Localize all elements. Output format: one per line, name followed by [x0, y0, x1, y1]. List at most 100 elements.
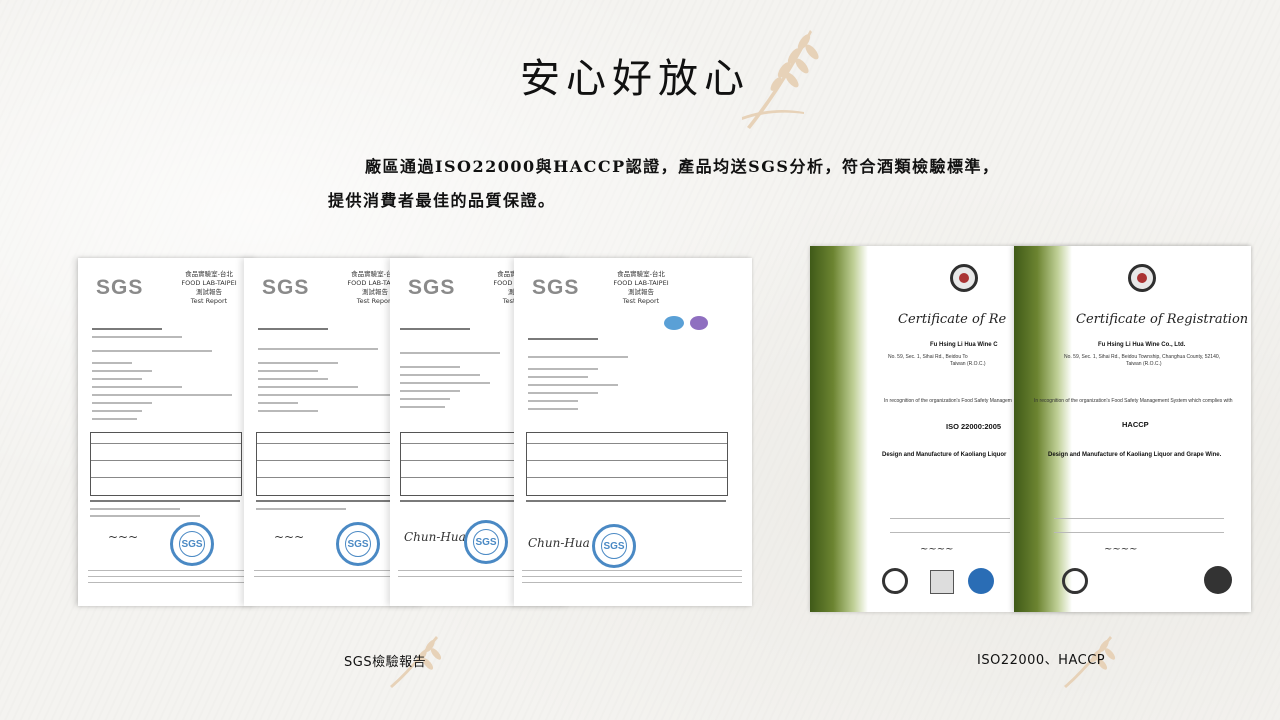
table-row — [91, 444, 241, 461]
text-line — [92, 394, 232, 396]
accreditation-logo-icon — [1062, 568, 1088, 594]
text-line — [528, 392, 598, 394]
text-line — [92, 328, 162, 330]
lab-name-zh: 食品實驗室-台北 — [617, 270, 665, 278]
certificate-title: Certificate of Registration — [1076, 312, 1249, 327]
text-line — [400, 398, 450, 400]
lab-header: 食品實驗室-台北 FOOD LAB-TAIPEI 測試報告 Test Repor… — [606, 270, 676, 306]
text-line — [528, 376, 588, 378]
accreditation-logo-icon — [930, 570, 954, 594]
sgs-report-sheet: SGS 食品實驗室-台北 FOOD LAB-TAIPEI 測試報告 Test R… — [514, 258, 752, 606]
text-line — [258, 378, 328, 380]
accreditation-logo-icon — [1204, 566, 1232, 594]
table-row — [91, 461, 241, 478]
text-line — [92, 336, 182, 338]
accreditation-badge-icon — [664, 316, 684, 330]
text-line — [890, 518, 1010, 519]
lab-header: 食品實驗室-台北 FOOD LAB-TAIPEI 測試報告 Test Repor… — [174, 270, 244, 306]
accreditation-logo-icon — [968, 568, 994, 594]
sgs-report-gallery: SGS 食品實驗室-台北 FOOD LAB-TAIPEI 測試報告 Test R… — [78, 258, 752, 606]
sgs-stamp-icon: SGS — [464, 520, 508, 564]
text-line — [92, 350, 212, 352]
signature-image: ~~~ — [274, 530, 305, 544]
text-line — [92, 402, 152, 404]
text-line — [92, 418, 137, 420]
text-line — [258, 370, 318, 372]
result-table — [256, 432, 408, 496]
text-line — [90, 500, 240, 502]
signature-image: Chun-Hua — [528, 536, 590, 550]
text-line — [400, 390, 460, 392]
certificate-company: Fu Hsing Li Hua Wine C — [930, 342, 998, 348]
text-line — [1054, 532, 1224, 533]
certificate-address: No. 59, Sec. 1, Sihai Rd., Beidou To — [888, 354, 968, 360]
text-line — [1054, 518, 1224, 519]
text-line — [258, 394, 408, 396]
text-line — [258, 410, 318, 412]
haccp-certificate: Certificate of Registration Fu Hsing Li … — [1014, 246, 1251, 612]
page-title: 安心好放心 — [520, 56, 750, 102]
text-line — [88, 582, 248, 583]
certificate-scope: Design and Manufacture of Kaoliang Liquo… — [882, 452, 1007, 458]
result-table — [400, 432, 522, 496]
table-row — [91, 478, 241, 494]
text-line — [528, 356, 628, 358]
text-line — [528, 400, 578, 402]
table-row — [257, 444, 407, 461]
green-band-decoration — [1014, 246, 1072, 612]
table-row — [401, 433, 521, 444]
table-row — [401, 478, 521, 494]
text-line — [88, 576, 248, 577]
text-line — [890, 532, 1010, 533]
table-row — [527, 461, 727, 478]
certificate-recognition: In recognition of the organization's Foo… — [1034, 398, 1233, 404]
table-row — [91, 433, 241, 444]
text-line — [400, 328, 470, 330]
text-line — [90, 515, 200, 517]
text-line — [92, 362, 132, 364]
table-row — [527, 444, 727, 461]
text-line — [92, 410, 142, 412]
certificate-caption: ISO22000、HACCP — [977, 653, 1106, 668]
result-table — [90, 432, 242, 496]
text-line — [400, 352, 500, 354]
text-line — [258, 386, 358, 388]
text-line — [258, 348, 378, 350]
certificate-standard: HACCP — [1122, 420, 1149, 429]
table-row — [401, 444, 521, 461]
sgs-logo: SGS — [96, 276, 144, 299]
certification-emblem-icon — [1128, 264, 1156, 292]
text-line — [88, 570, 248, 571]
result-table — [526, 432, 728, 496]
text-line — [528, 338, 598, 340]
report-title-en: Test Report — [622, 297, 660, 305]
signature-image: ~~~ — [108, 530, 139, 544]
sgs-stamp-icon: SGS — [592, 524, 636, 568]
report-title-zh: 測試報告 — [628, 288, 654, 296]
table-row — [257, 478, 407, 494]
text-line — [400, 374, 480, 376]
text-line — [400, 406, 445, 408]
certificate-standard: ISO 22000:2005 — [946, 422, 1002, 431]
table-row — [527, 433, 727, 444]
text-line — [400, 500, 520, 502]
signature-image: ~~~~ — [1104, 544, 1138, 555]
table-row — [401, 461, 521, 478]
sgs-report-caption: SGS檢驗報告 — [344, 655, 427, 670]
text-line — [522, 582, 742, 583]
text-line — [256, 500, 406, 502]
text-line — [92, 370, 152, 372]
text-line — [526, 500, 726, 502]
sgs-report-sheet: SGS 食品實驗室-台北 FOOD LAB-TAIPEI 測試報告 Test R… — [78, 258, 258, 606]
sgs-stamp-icon: SGS — [336, 522, 380, 566]
lab-name-en: FOOD LAB-TAIPEI — [181, 279, 237, 287]
text-line — [400, 366, 460, 368]
certificate-address: No. 59, Sec. 1, Sihai Rd., Beidou Townsh… — [1064, 354, 1221, 360]
iso22000-certificate: Certificate of Re Fu Hsing Li Hua Wine C… — [810, 246, 1016, 612]
certification-emblem-icon — [950, 264, 978, 292]
text-line — [528, 408, 578, 410]
intro-text-line-1: 廠區通過ISO22000與HACCP認證，產品均送SGS分析，符合酒類檢驗標準， — [365, 157, 1000, 176]
signature-image: Chun-Hua — [404, 530, 466, 544]
text-line — [522, 576, 742, 577]
text-line — [258, 362, 338, 364]
